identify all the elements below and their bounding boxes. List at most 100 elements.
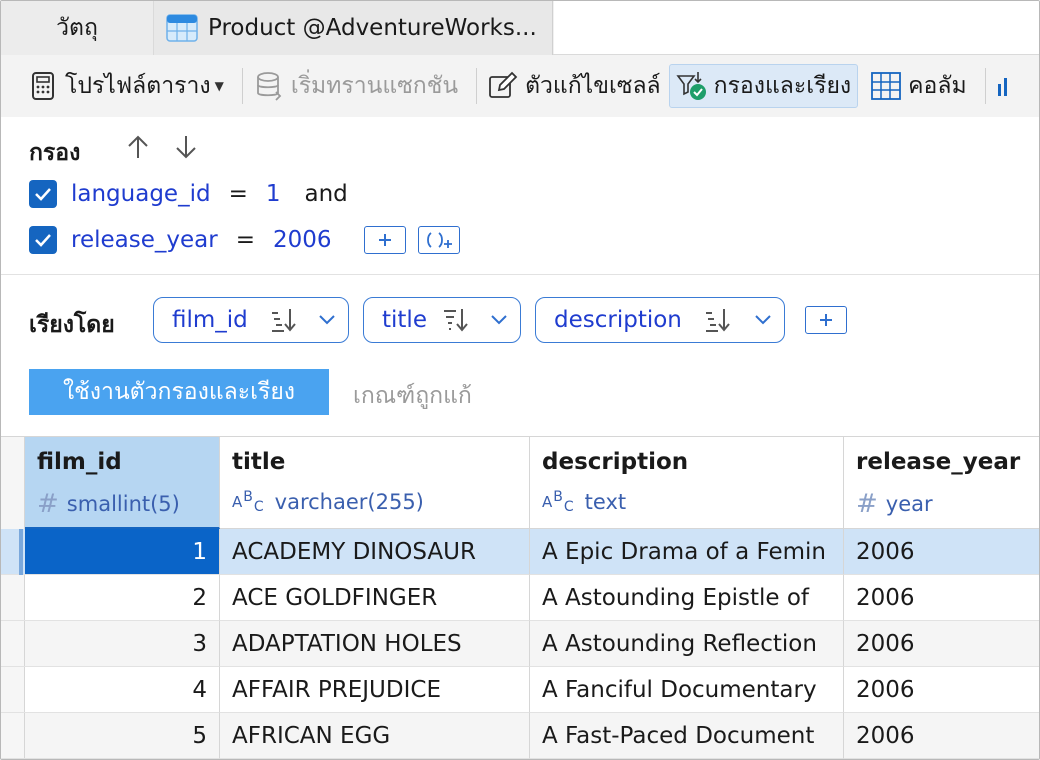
tab-bar: วัตถุ Product @AdventureWorks... bbox=[1, 1, 1039, 55]
tab-strip-empty bbox=[554, 1, 1039, 55]
table-row[interactable]: 2 ACE GOLDFINGER A Astounding Epistle of… bbox=[1, 575, 1039, 621]
cell-description[interactable]: A Astounding Epistle of bbox=[530, 575, 844, 621]
tab-objects[interactable]: วัตถุ bbox=[1, 1, 154, 55]
apply-filter-sort-button[interactable]: ใช้งานตัวกรองและเรียง bbox=[29, 369, 329, 415]
column-type: ABC text bbox=[542, 489, 626, 515]
tab-label: Product @AdventureWorks... bbox=[208, 15, 537, 41]
tab-product-table[interactable]: Product @AdventureWorks... bbox=[154, 1, 553, 55]
cell-title[interactable]: AFFAIR PREJUDICE bbox=[220, 667, 530, 713]
filter-operator[interactable]: = bbox=[229, 181, 248, 207]
arrow-down-icon[interactable] bbox=[172, 133, 200, 161]
chart-icon[interactable] bbox=[996, 72, 1010, 100]
column-type-label: varchaer(255) bbox=[274, 490, 424, 514]
cell-film-id[interactable]: 5 bbox=[25, 713, 220, 759]
text-type-icon: ABC bbox=[542, 489, 575, 515]
cell-title[interactable]: AFRICAN EGG bbox=[220, 713, 530, 759]
begin-transaction-button[interactable]: เริ่มทรานแซกชัน bbox=[253, 64, 466, 108]
add-condition-button[interactable] bbox=[363, 226, 406, 254]
filter-column[interactable]: release_year bbox=[71, 227, 218, 253]
filter-title: กรอง bbox=[29, 140, 81, 166]
hash-icon: # bbox=[37, 489, 59, 519]
table-row[interactable]: 3 ADAPTATION HOLES A Astounding Reflecti… bbox=[1, 621, 1039, 667]
cell-release-year[interactable]: 2006 bbox=[844, 575, 1039, 621]
cell-release-year[interactable]: 2006 bbox=[844, 667, 1039, 713]
row-marker[interactable] bbox=[1, 575, 25, 621]
columns-button[interactable]: คอลัม bbox=[870, 64, 974, 108]
cell-description[interactable]: A Fanciful Documentary bbox=[530, 667, 844, 713]
filter-value[interactable]: 2006 bbox=[273, 227, 332, 253]
check-icon bbox=[35, 188, 51, 201]
cell-film-id[interactable]: 2 bbox=[25, 575, 220, 621]
toolbar: โปรไฟล์ตาราง ▼ เริ่มทรานแซกชัน ตัวแก้ไขเ… bbox=[1, 55, 1039, 117]
pencil-icon bbox=[489, 71, 518, 98]
sort-chip-title[interactable]: title bbox=[363, 297, 521, 343]
cell-release-year[interactable]: 2006 bbox=[844, 621, 1039, 667]
add-group-icon bbox=[426, 232, 452, 248]
toolbar-divider bbox=[241, 68, 243, 104]
toolbar-divider bbox=[984, 68, 986, 104]
database-icon bbox=[256, 72, 282, 101]
cell-editor-label: ตัวแก้ไขเซลล์ bbox=[525, 73, 661, 99]
table-icon bbox=[166, 14, 198, 42]
column-type-label: text bbox=[584, 490, 627, 514]
add-group-button[interactable] bbox=[417, 226, 460, 254]
filter-value[interactable]: 1 bbox=[266, 181, 281, 207]
column-type-label: smallint(5) bbox=[66, 492, 180, 516]
column-type: # year bbox=[856, 489, 933, 519]
row-marker[interactable] bbox=[1, 529, 25, 575]
sort-chip-label: title bbox=[382, 307, 427, 333]
arrow-up-icon[interactable] bbox=[124, 133, 152, 161]
table-profile-label: โปรไฟล์ตาราง bbox=[65, 73, 211, 99]
cell-film-id[interactable]: 4 bbox=[25, 667, 220, 713]
add-sort-button[interactable] bbox=[805, 306, 847, 334]
column-name: title bbox=[232, 449, 286, 475]
filter-operator[interactable]: = bbox=[236, 227, 255, 253]
filter-sort-button[interactable]: กรองและเรียง bbox=[668, 64, 859, 108]
column-type: ABC varchaer(255) bbox=[232, 489, 424, 515]
cell-description[interactable]: A Astounding Reflection bbox=[530, 621, 844, 667]
row-marker[interactable] bbox=[1, 621, 25, 667]
sort-chip-label: film_id bbox=[172, 307, 248, 333]
column-header-title[interactable]: title ABC varchaer(255) bbox=[220, 437, 530, 529]
table-row[interactable]: 4 AFFAIR PREJUDICE A Fanciful Documentar… bbox=[1, 667, 1039, 713]
cell-description[interactable]: A Fast-Paced Document bbox=[530, 713, 844, 759]
column-type-label: year bbox=[885, 492, 933, 516]
filter-column[interactable]: language_id bbox=[71, 181, 211, 207]
apply-label: ใช้งานตัวกรองและเรียง bbox=[62, 379, 296, 405]
column-header-description[interactable]: description ABC text bbox=[530, 437, 844, 529]
app-window: วัตถุ Product @AdventureWorks... โปรไฟล์… bbox=[0, 0, 1040, 760]
data-grid: film_id # smallint(5) title ABC varchaer… bbox=[1, 436, 1039, 759]
column-type: # smallint(5) bbox=[37, 489, 180, 519]
cell-editor-button[interactable]: ตัวแก้ไขเซลล์ bbox=[487, 64, 669, 108]
column-name: description bbox=[542, 449, 689, 475]
chevron-down-icon bbox=[319, 315, 335, 325]
cell-release-year[interactable]: 2006 bbox=[844, 713, 1039, 759]
column-header-release-year[interactable]: release_year # year bbox=[844, 437, 1039, 529]
cell-title[interactable]: ACE GOLDFINGER bbox=[220, 575, 530, 621]
sort-chip-description[interactable]: description bbox=[535, 297, 785, 343]
filter-conjunction[interactable]: and bbox=[305, 181, 348, 207]
table-row[interactable]: 1 ACADEMY DINOSAUR A Epic Drama of a Fem… bbox=[1, 529, 1039, 575]
cell-release-year[interactable]: 2006 bbox=[844, 529, 1039, 575]
begin-transaction-label: เริ่มทรานแซกชัน bbox=[290, 73, 459, 99]
column-name: release_year bbox=[856, 449, 1021, 475]
cell-title[interactable]: ACADEMY DINOSAUR bbox=[220, 529, 530, 575]
table-profile-button[interactable]: โปรไฟล์ตาราง ▼ bbox=[27, 64, 232, 108]
text-type-icon: ABC bbox=[232, 489, 265, 515]
cell-title[interactable]: ADAPTATION HOLES bbox=[220, 621, 530, 667]
toolbar-divider bbox=[476, 68, 478, 104]
filter-checkbox[interactable] bbox=[29, 226, 57, 254]
row-marker[interactable] bbox=[1, 713, 25, 759]
sort-chip-film-id[interactable]: film_id bbox=[153, 297, 349, 343]
sort-panel: เรียงโดย film_id title description ใช้งา… bbox=[1, 276, 1039, 436]
cell-description[interactable]: A Epic Drama of a Femin bbox=[530, 529, 844, 575]
chevron-down-icon bbox=[755, 315, 771, 325]
column-header-film-id[interactable]: film_id # smallint(5) bbox=[25, 437, 220, 529]
filter-checkbox[interactable] bbox=[29, 180, 57, 208]
cell-film-id[interactable]: 1 bbox=[25, 529, 220, 575]
row-marker[interactable] bbox=[1, 667, 25, 713]
table-row[interactable]: 5 AFRICAN EGG A Fast-Paced Document 2006 bbox=[1, 713, 1039, 759]
cell-film-id[interactable]: 3 bbox=[25, 621, 220, 667]
sort-ascending-icon bbox=[444, 309, 468, 332]
sort-descending-icon bbox=[706, 309, 730, 332]
